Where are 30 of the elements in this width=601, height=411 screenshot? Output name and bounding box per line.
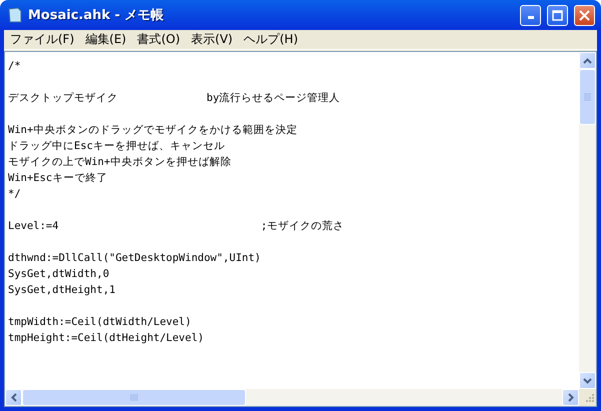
scroll-thumb[interactable] — [579, 69, 596, 125]
menu-item[interactable]: 表示(V) — [187, 31, 240, 48]
vertical-scrollbar[interactable] — [579, 52, 596, 389]
code-line: SysGet,dtWidth,0 — [8, 267, 110, 282]
close-icon — [579, 10, 590, 20]
code-line: Win+Escキーで終了 — [8, 171, 108, 186]
maximize-button[interactable] — [547, 4, 568, 26]
code-line: tmpHeight:=Ceil(dtHeight/Level) — [8, 331, 205, 346]
code-line: モザイクの上でWin+中央ボタンを押せば解除 — [8, 155, 232, 170]
code-line: dthwnd:=DllCall("GetDesktopWindow",UInt) — [8, 251, 262, 266]
menu-item[interactable]: ヘルプ(H) — [240, 31, 305, 48]
notepad-icon — [8, 7, 22, 23]
maximize-icon — [552, 10, 563, 20]
window-title: Mosaic.ahk - メモ帳 — [28, 7, 165, 24]
code-line: Level:=4 ;モザイクの荒さ — [8, 219, 346, 234]
minimize-button[interactable] — [520, 4, 541, 26]
code-line: */ — [8, 187, 22, 202]
code-line: SysGet,dtHeight,1 — [8, 283, 116, 298]
code-line: デスクトップモザイク by流行らせるページ管理人 — [8, 91, 342, 106]
menu-item[interactable]: ファイル(F) — [6, 31, 82, 48]
code-line: /* — [8, 59, 22, 74]
horizontal-scrollbar[interactable] — [5, 389, 579, 406]
menu-item[interactable]: 書式(O) — [133, 31, 188, 48]
code-line: Win+中央ボタンのドラッグでモザイクをかける範囲を決定 — [8, 123, 298, 138]
scroll-thumb[interactable] — [22, 389, 246, 406]
code-line: tmpWidth:=Ceil(dtWidth/Level) — [8, 315, 192, 330]
menu-item[interactable]: 編集(E) — [81, 31, 134, 48]
code-line: ドラッグ中にEscキーを押せば、キャンセル — [8, 139, 226, 154]
close-button[interactable] — [574, 4, 595, 26]
text-editor[interactable] — [5, 52, 579, 389]
